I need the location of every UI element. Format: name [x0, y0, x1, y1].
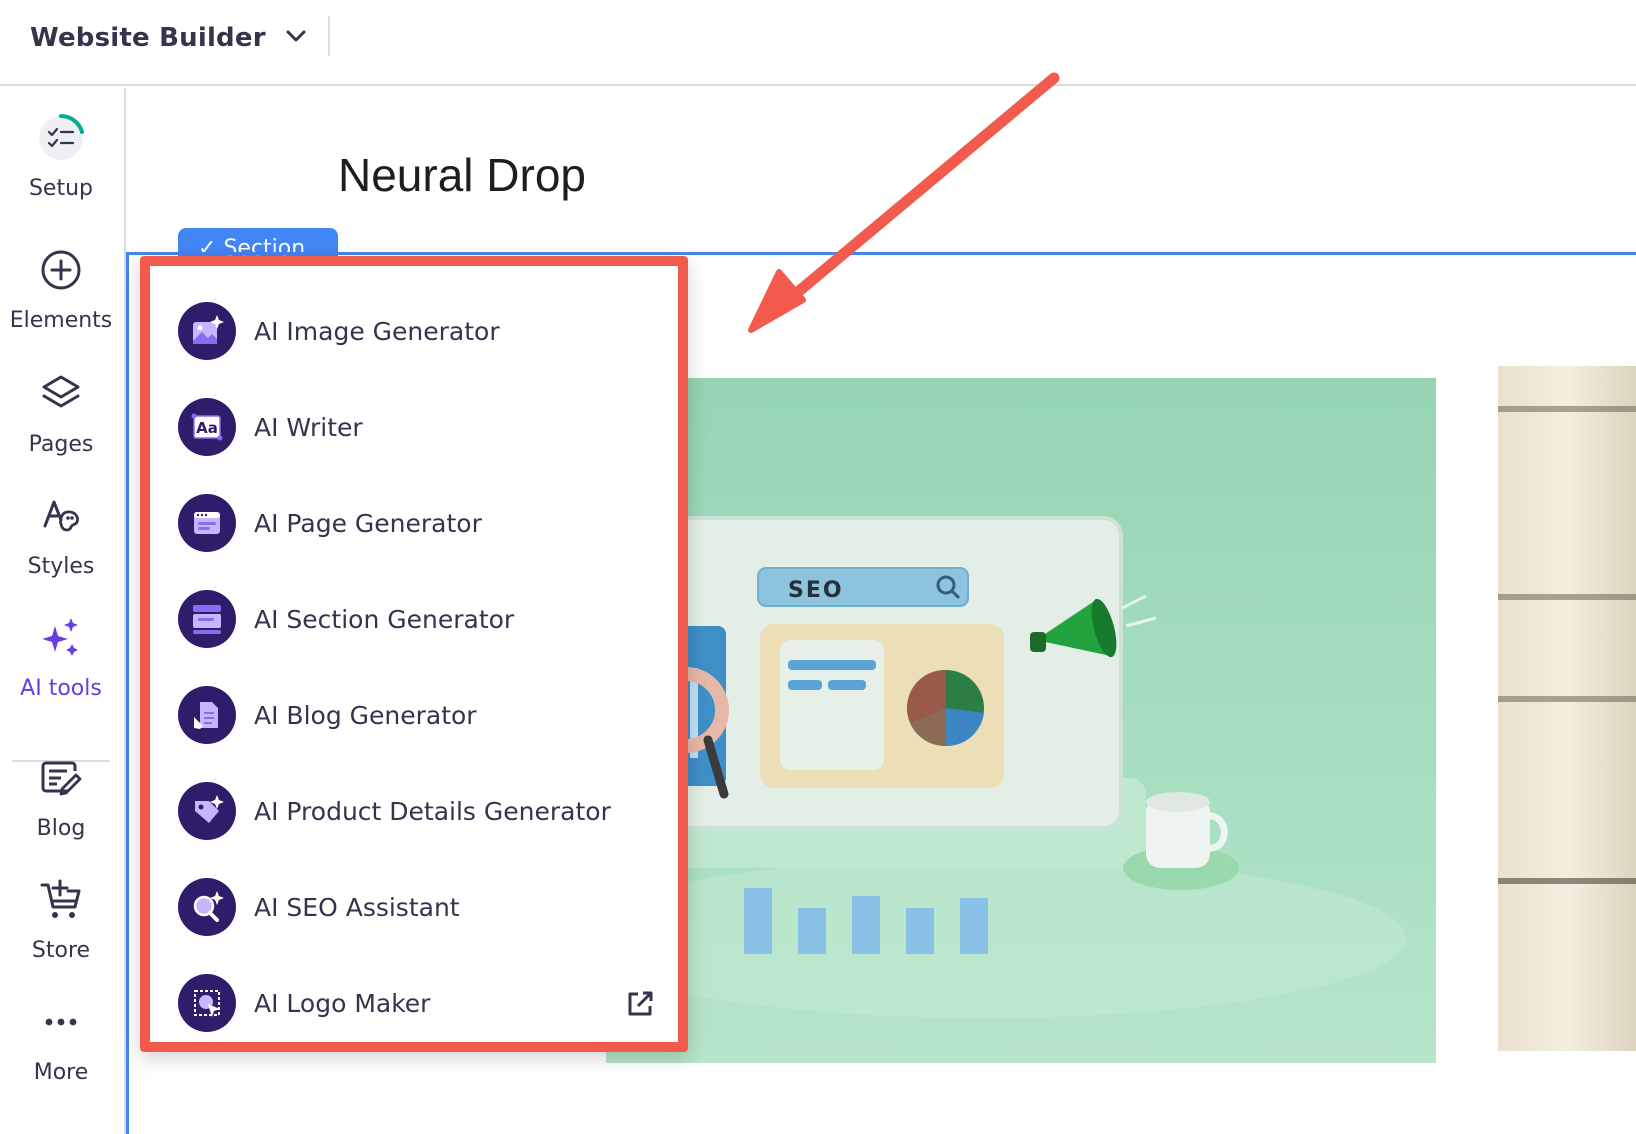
menu-item-label: AI Page Generator [254, 508, 482, 538]
window-frame [1498, 406, 1636, 412]
sidebar-item-label: Blog [36, 816, 86, 841]
sidebar-item-ai-tools[interactable]: AI tools [0, 612, 122, 722]
menu-item-label: AI SEO Assistant [254, 892, 460, 922]
more-dots-icon [35, 996, 87, 1048]
topbar-divider [328, 16, 330, 56]
menu-item-ai-image-generator[interactable]: AI Image Generator [178, 296, 656, 366]
image-sparkle-icon [178, 302, 236, 360]
window-frame [1498, 696, 1636, 702]
menu-item-label: AI Writer [254, 412, 363, 442]
sidebar-item-label: AI tools [20, 676, 102, 701]
sidebar-item-setup[interactable]: Setup [0, 112, 122, 222]
sidebar-item-label: Store [31, 938, 91, 963]
search-sparkle-icon [178, 878, 236, 936]
sidebar-item-blog[interactable]: Blog [0, 752, 122, 862]
page-window-icon [178, 494, 236, 552]
menu-item-ai-section-generator[interactable]: AI Section Generator [178, 584, 656, 654]
sidebar: Setup Elements Pages Styles AI tools Blo… [0, 88, 126, 1134]
layers-icon [35, 368, 87, 420]
menu-item-ai-logo-maker[interactable]: AI Logo Maker [178, 968, 656, 1038]
menu-item-ai-writer[interactable]: Aa AI Writer [178, 392, 656, 462]
blog-document-icon [178, 686, 236, 744]
tag-sparkle-icon [178, 782, 236, 840]
setup-progress-icon [35, 112, 87, 164]
window-frame [1498, 878, 1636, 884]
sidebar-item-elements[interactable]: Elements [0, 244, 122, 354]
menu-item-label: AI Product Details Generator [254, 796, 611, 826]
sidebar-item-styles[interactable]: Styles [0, 490, 122, 600]
sidebar-item-label: Styles [27, 554, 95, 579]
sidebar-item-label: Setup [28, 176, 94, 201]
hero-image[interactable]: SEO [606, 378, 1436, 1063]
sidebar-item-store[interactable]: Store [0, 874, 122, 984]
hero-image-secondary[interactable] [1498, 366, 1636, 1051]
logo-select-icon [178, 974, 236, 1032]
menu-item-ai-seo-assistant[interactable]: AI SEO Assistant [178, 872, 656, 942]
app-switcher[interactable]: Website Builder [30, 18, 308, 58]
site-title[interactable]: Neural Drop [338, 148, 586, 202]
chevron-down-icon [284, 24, 308, 52]
top-bar: Website Builder [0, 0, 1636, 86]
blog-edit-icon [35, 752, 87, 804]
hero-seo-text: SEO [788, 578, 844, 603]
menu-item-label: AI Logo Maker [254, 988, 431, 1018]
menu-item-ai-blog-generator[interactable]: AI Blog Generator [178, 680, 656, 750]
sidebar-item-label: Elements [9, 308, 113, 333]
palette-icon [35, 490, 87, 542]
app-title: Website Builder [30, 23, 266, 53]
sidebar-item-more[interactable]: More [0, 996, 122, 1106]
cart-add-icon [35, 874, 87, 926]
ai-tools-menu: AI Image Generator Aa AI Writer AI Page … [140, 256, 688, 1052]
sidebar-item-pages[interactable]: Pages [0, 368, 122, 478]
svg-text:Aa: Aa [196, 419, 218, 437]
plus-circle-icon [35, 244, 87, 296]
menu-item-ai-product-details-generator[interactable]: AI Product Details Generator [178, 776, 656, 846]
sparkles-icon [35, 612, 87, 664]
menu-item-label: AI Image Generator [254, 316, 500, 346]
sidebar-item-label: Pages [28, 432, 94, 457]
section-layout-icon [178, 590, 236, 648]
window-frame [1498, 594, 1636, 600]
menu-item-label: AI Blog Generator [254, 700, 477, 730]
external-link-icon[interactable] [624, 988, 656, 1020]
sidebar-item-label: More [33, 1060, 89, 1085]
menu-item-label: AI Section Generator [254, 604, 515, 634]
menu-item-ai-page-generator[interactable]: AI Page Generator [178, 488, 656, 558]
text-aa-icon: Aa [178, 398, 236, 456]
